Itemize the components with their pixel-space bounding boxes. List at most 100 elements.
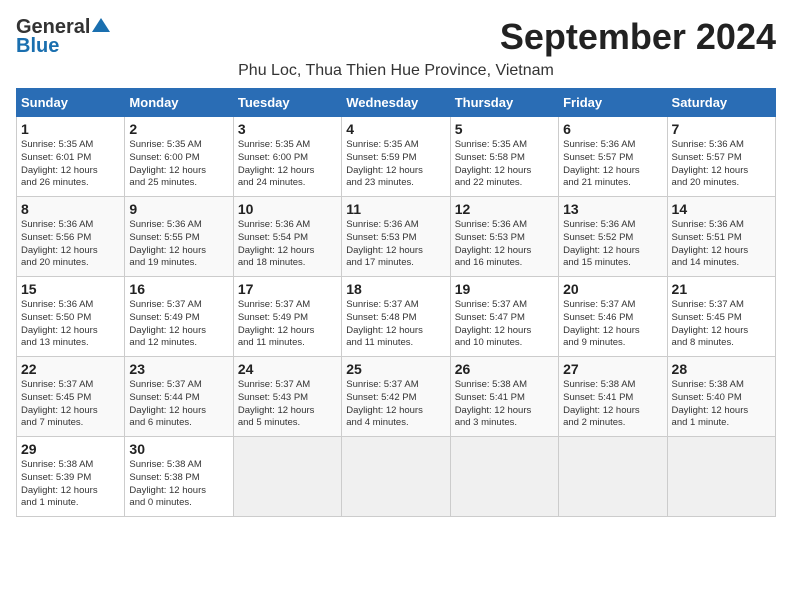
calendar-cell: 29 Sunrise: 5:38 AM Sunset: 5:39 PM Dayli…: [17, 437, 125, 517]
calendar-week-row: 8 Sunrise: 5:36 AM Sunset: 5:56 PM Daylig…: [17, 197, 776, 277]
calendar-cell: 6 Sunrise: 5:36 AM Sunset: 5:57 PM Daylig…: [559, 117, 667, 197]
day-number: 23: [129, 361, 228, 377]
calendar-day-header: Thursday: [450, 89, 558, 117]
calendar-cell: 5Sunrise: 5:35 AM Sunset: 5:58 PM Daylig…: [450, 117, 558, 197]
cell-info: Sunrise: 5:35 AM Sunset: 6:01 PM Dayligh…: [21, 139, 120, 190]
cell-info: Sunrise: 5:37 AM Sunset: 5:46 PM Dayligh…: [563, 299, 662, 350]
cell-info: Sunrise: 5:37 AM Sunset: 5:44 PM Dayligh…: [129, 379, 228, 430]
calendar-week-row: 29 Sunrise: 5:38 AM Sunset: 5:39 PM Dayli…: [17, 437, 776, 517]
calendar-week-row: 15 Sunrise: 5:36 AM Sunset: 5:50 PM Dayli…: [17, 277, 776, 357]
calendar-week-row: 1 Sunrise: 5:35 AM Sunset: 6:01 PM Daylig…: [17, 117, 776, 197]
page-header: General Blue September 2024: [16, 16, 776, 58]
calendar-cell: 18Sunrise: 5:37 AM Sunset: 5:48 PM Dayli…: [342, 277, 450, 357]
subtitle: Phu Loc, Thua Thien Hue Province, Vietna…: [16, 62, 776, 80]
day-number: 16: [129, 281, 228, 297]
day-number: 14: [672, 201, 771, 217]
calendar-week-row: 22 Sunrise: 5:37 AM Sunset: 5:45 PM Dayli…: [17, 357, 776, 437]
cell-info: Sunrise: 5:38 AM Sunset: 5:41 PM Dayligh…: [455, 379, 554, 430]
calendar-cell: 21 Sunrise: 5:37 AM Sunset: 5:45 PM Dayli…: [667, 277, 775, 357]
day-number: 15: [21, 281, 120, 297]
cell-info: Sunrise: 5:38 AM Sunset: 5:41 PM Dayligh…: [563, 379, 662, 430]
calendar-cell: 10 Sunrise: 5:36 AM Sunset: 5:54 PM Dayli…: [233, 197, 341, 277]
day-number: 30: [129, 441, 228, 457]
cell-info: Sunrise: 5:35 AM Sunset: 5:58 PM Dayligh…: [455, 139, 554, 190]
day-number: 27: [563, 361, 662, 377]
cell-info: Sunrise: 5:37 AM Sunset: 5:42 PM Dayligh…: [346, 379, 445, 430]
calendar-cell: 8 Sunrise: 5:36 AM Sunset: 5:56 PM Daylig…: [17, 197, 125, 277]
day-number: 6: [563, 121, 662, 137]
calendar-cell: 27 Sunrise: 5:38 AM Sunset: 5:41 PM Dayli…: [559, 357, 667, 437]
calendar-day-header: Friday: [559, 89, 667, 117]
calendar-cell: 30 Sunrise: 5:38 AM Sunset: 5:38 PM Dayli…: [125, 437, 233, 517]
logo: General Blue: [16, 16, 110, 58]
day-number: 21: [672, 281, 771, 297]
calendar-day-header: Wednesday: [342, 89, 450, 117]
cell-info: Sunrise: 5:36 AM Sunset: 5:53 PM Dayligh…: [346, 219, 445, 270]
day-number: 25: [346, 361, 445, 377]
calendar-cell: [559, 437, 667, 517]
cell-info: Sunrise: 5:37 AM Sunset: 5:43 PM Dayligh…: [238, 379, 337, 430]
day-number: 9: [129, 201, 228, 217]
calendar-cell: 9 Sunrise: 5:36 AM Sunset: 5:55 PM Daylig…: [125, 197, 233, 277]
cell-info: Sunrise: 5:37 AM Sunset: 5:49 PM Dayligh…: [238, 299, 337, 350]
cell-info: Sunrise: 5:37 AM Sunset: 5:45 PM Dayligh…: [672, 299, 771, 350]
calendar-day-header: Saturday: [667, 89, 775, 117]
cell-info: Sunrise: 5:35 AM Sunset: 5:59 PM Dayligh…: [346, 139, 445, 190]
calendar-cell: 14Sunrise: 5:36 AM Sunset: 5:51 PM Dayli…: [667, 197, 775, 277]
calendar-cell: [667, 437, 775, 517]
logo-triangle-icon: [92, 16, 110, 34]
day-number: 29: [21, 441, 120, 457]
day-number: 26: [455, 361, 554, 377]
cell-info: Sunrise: 5:36 AM Sunset: 5:56 PM Dayligh…: [21, 219, 120, 270]
day-number: 22: [21, 361, 120, 377]
day-number: 11: [346, 201, 445, 217]
calendar-cell: 26 Sunrise: 5:38 AM Sunset: 5:41 PM Dayli…: [450, 357, 558, 437]
calendar-cell: 7 Sunrise: 5:36 AM Sunset: 5:57 PM Daylig…: [667, 117, 775, 197]
cell-info: Sunrise: 5:37 AM Sunset: 5:45 PM Dayligh…: [21, 379, 120, 430]
calendar-day-header: Tuesday: [233, 89, 341, 117]
logo-blue: Blue: [16, 35, 59, 58]
calendar-cell: 1 Sunrise: 5:35 AM Sunset: 6:01 PM Daylig…: [17, 117, 125, 197]
cell-info: Sunrise: 5:36 AM Sunset: 5:57 PM Dayligh…: [563, 139, 662, 190]
day-number: 17: [238, 281, 337, 297]
calendar-cell: 17 Sunrise: 5:37 AM Sunset: 5:49 PM Dayli…: [233, 277, 341, 357]
calendar-cell: 16Sunrise: 5:37 AM Sunset: 5:49 PM Dayli…: [125, 277, 233, 357]
cell-info: Sunrise: 5:36 AM Sunset: 5:54 PM Dayligh…: [238, 219, 337, 270]
day-number: 7: [672, 121, 771, 137]
calendar-cell: 22 Sunrise: 5:37 AM Sunset: 5:45 PM Dayli…: [17, 357, 125, 437]
day-number: 24: [238, 361, 337, 377]
day-number: 2: [129, 121, 228, 137]
cell-info: Sunrise: 5:38 AM Sunset: 5:38 PM Dayligh…: [129, 459, 228, 510]
calendar-cell: [342, 437, 450, 517]
day-number: 12: [455, 201, 554, 217]
day-number: 28: [672, 361, 771, 377]
cell-info: Sunrise: 5:36 AM Sunset: 5:52 PM Dayligh…: [563, 219, 662, 270]
day-number: 10: [238, 201, 337, 217]
day-number: 3: [238, 121, 337, 137]
cell-info: Sunrise: 5:38 AM Sunset: 5:40 PM Dayligh…: [672, 379, 771, 430]
day-number: 20: [563, 281, 662, 297]
calendar-cell: 20 Sunrise: 5:37 AM Sunset: 5:46 PM Dayli…: [559, 277, 667, 357]
calendar-cell: 4 Sunrise: 5:35 AM Sunset: 5:59 PM Daylig…: [342, 117, 450, 197]
cell-info: Sunrise: 5:36 AM Sunset: 5:55 PM Dayligh…: [129, 219, 228, 270]
calendar-cell: 24 Sunrise: 5:37 AM Sunset: 5:43 PM Dayli…: [233, 357, 341, 437]
day-number: 18: [346, 281, 445, 297]
calendar-cell: 23 Sunrise: 5:37 AM Sunset: 5:44 PM Dayli…: [125, 357, 233, 437]
calendar-cell: 2Sunrise: 5:35 AM Sunset: 6:00 PM Daylig…: [125, 117, 233, 197]
cell-info: Sunrise: 5:36 AM Sunset: 5:53 PM Dayligh…: [455, 219, 554, 270]
cell-info: Sunrise: 5:36 AM Sunset: 5:50 PM Dayligh…: [21, 299, 120, 350]
cell-info: Sunrise: 5:35 AM Sunset: 6:00 PM Dayligh…: [238, 139, 337, 190]
cell-info: Sunrise: 5:36 AM Sunset: 5:57 PM Dayligh…: [672, 139, 771, 190]
day-number: 4: [346, 121, 445, 137]
cell-info: Sunrise: 5:37 AM Sunset: 5:47 PM Dayligh…: [455, 299, 554, 350]
day-number: 8: [21, 201, 120, 217]
day-number: 1: [21, 121, 120, 137]
day-number: 13: [563, 201, 662, 217]
calendar-cell: 15 Sunrise: 5:36 AM Sunset: 5:50 PM Dayli…: [17, 277, 125, 357]
calendar-header: SundayMondayTuesdayWednesdayThursdayFrid…: [17, 89, 776, 117]
calendar-day-header: Sunday: [17, 89, 125, 117]
cell-info: Sunrise: 5:38 AM Sunset: 5:39 PM Dayligh…: [21, 459, 120, 510]
calendar-table: SundayMondayTuesdayWednesdayThursdayFrid…: [16, 88, 776, 517]
calendar-cell: 19Sunrise: 5:37 AM Sunset: 5:47 PM Dayli…: [450, 277, 558, 357]
month-title: September 2024: [500, 16, 776, 58]
